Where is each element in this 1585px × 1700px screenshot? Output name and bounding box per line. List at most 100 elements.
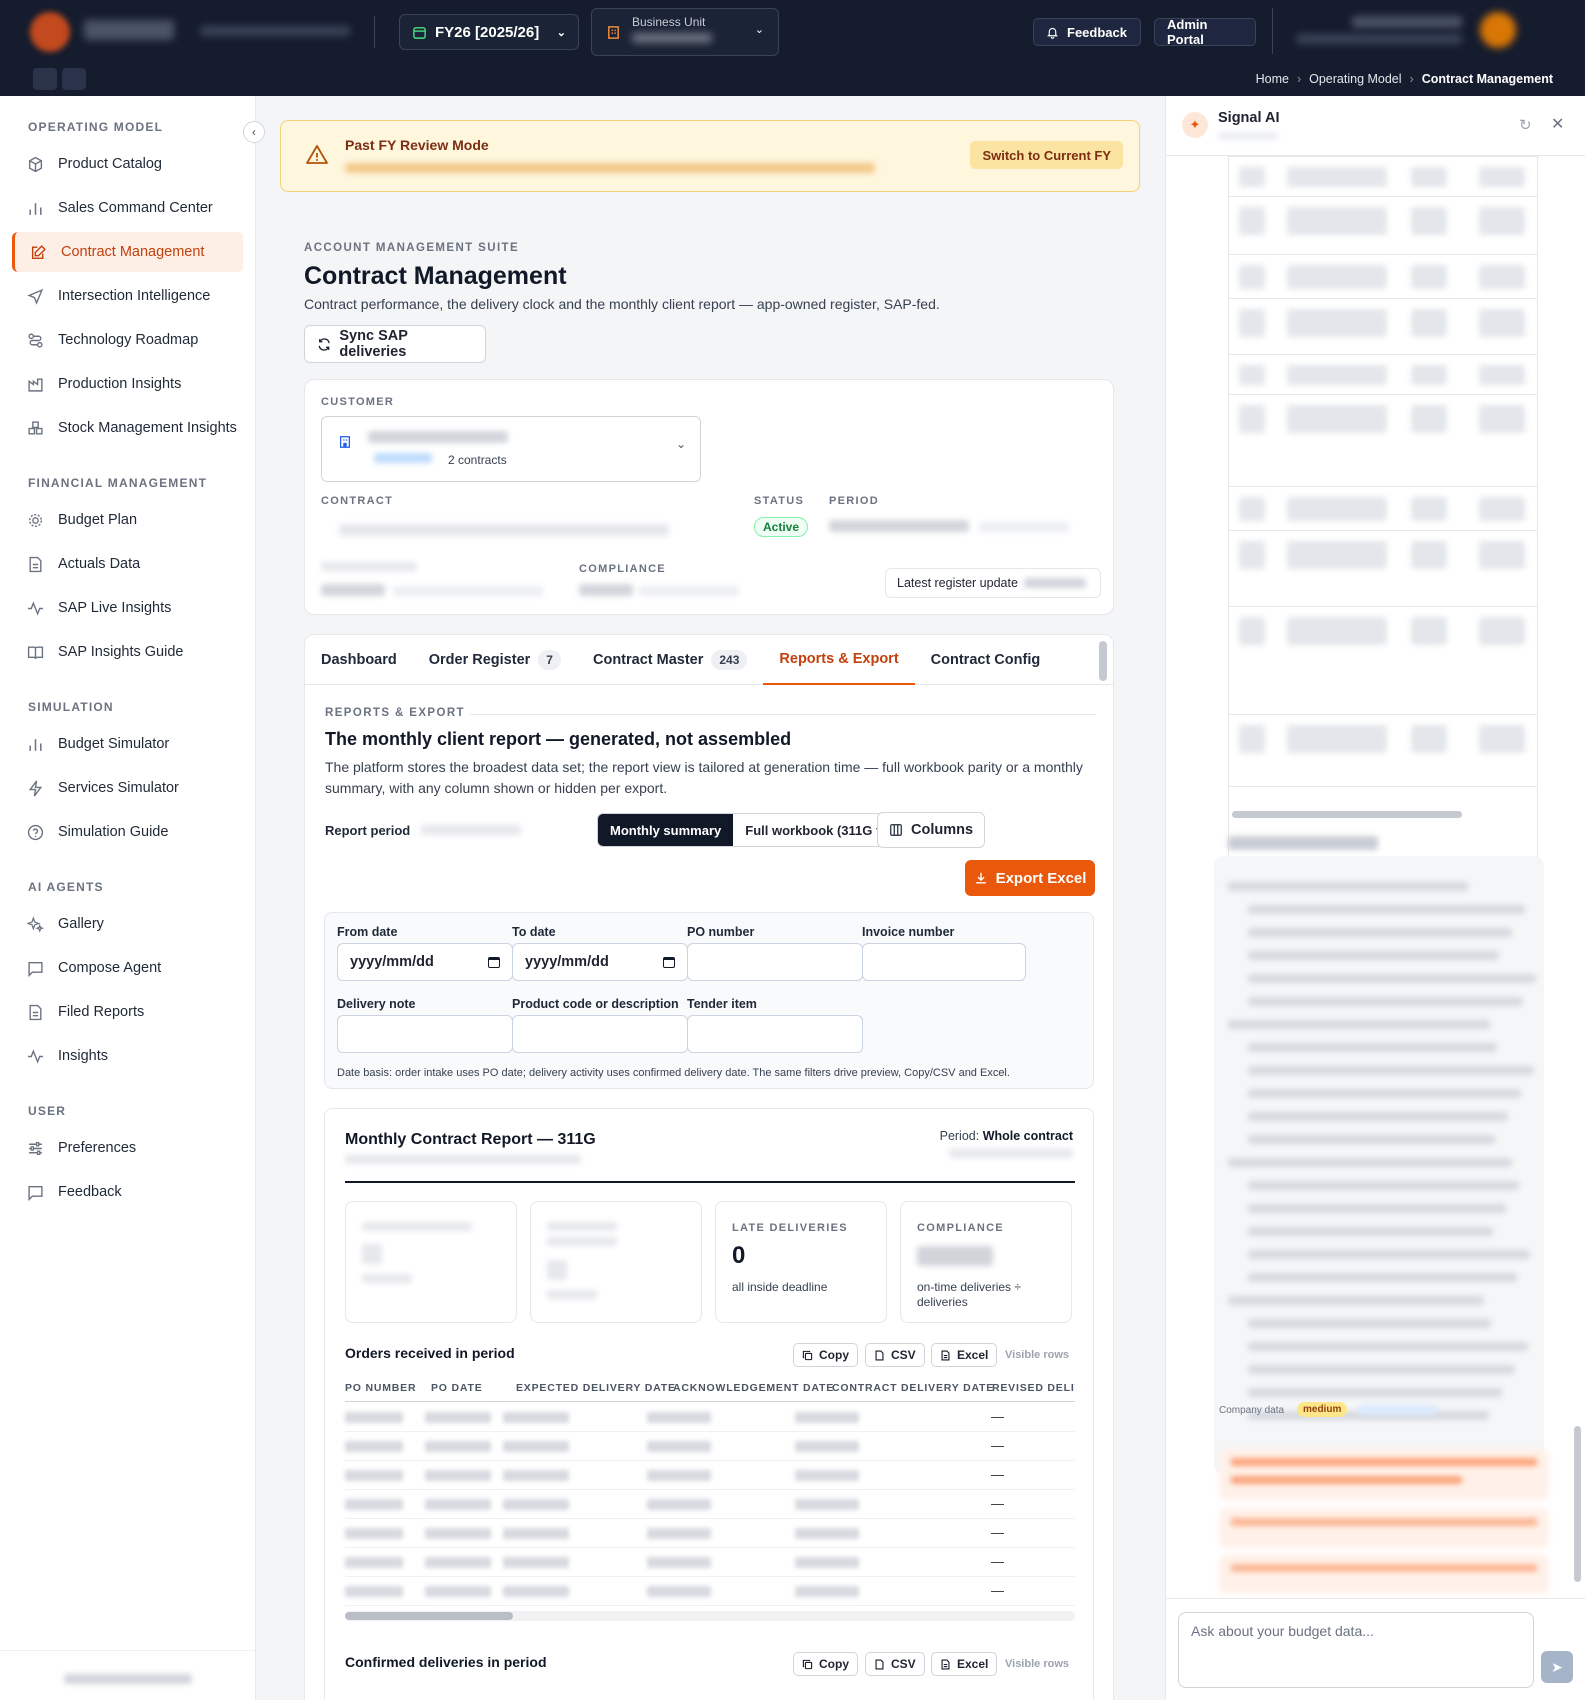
secondary-toggle-button[interactable] [62, 68, 86, 90]
sidebar-item-product-catalog[interactable]: Product Catalog [12, 144, 243, 184]
kpi-confirmed-deliveries [530, 1201, 702, 1323]
ai-panel-header: ✦ Signal AI ↻ ✕ [1166, 96, 1585, 156]
tabs-scrollbar[interactable] [1099, 641, 1107, 681]
ai-text-line [1248, 1066, 1534, 1075]
ai-table-cell [1287, 265, 1387, 289]
deliveries-copy-button[interactable]: Copy [793, 1652, 858, 1676]
sidebar-item-filed-reports[interactable]: Filed Reports [12, 992, 243, 1032]
sidebar-item-label: Simulation Guide [58, 824, 169, 840]
send-button[interactable]: ➤ [1541, 1651, 1573, 1683]
orders-table-scrollbar[interactable] [345, 1611, 1075, 1621]
sidebar-section-title: SIMULATION [28, 700, 114, 714]
report-period-label: Report period [325, 823, 411, 838]
ai-suggestion-1[interactable] [1219, 1448, 1549, 1500]
ai-section-heading [1228, 836, 1378, 850]
tab-contract-config[interactable]: Contract Config [915, 635, 1057, 685]
deliveries-csv-button[interactable]: CSV [865, 1652, 925, 1676]
table-cell [425, 1528, 491, 1539]
chevron-down-icon: ⌄ [556, 26, 566, 39]
tab-contract-master[interactable]: Contract Master 243 [577, 635, 763, 685]
contract-select[interactable] [321, 512, 701, 548]
table-cell [345, 1528, 403, 1539]
breadcrumb-home[interactable]: Home [1256, 72, 1289, 86]
ai-table-scrollbar[interactable] [1232, 811, 1462, 818]
sidebar-item-feedback[interactable]: Feedback [12, 1172, 243, 1212]
menu-toggle-button[interactable] [33, 68, 57, 90]
sidebar-item-simulation-guide[interactable]: Simulation Guide [12, 812, 243, 852]
sync-sap-deliveries-button[interactable]: Sync SAP deliveries [304, 325, 486, 363]
avatar[interactable] [1480, 12, 1516, 48]
sidebar-item-insights[interactable]: Insights [12, 1036, 243, 1076]
tender-item-input[interactable] [687, 1015, 863, 1053]
ai-table-cell [1411, 365, 1447, 385]
ai-panel-scrollbar[interactable] [1574, 1426, 1581, 1582]
table-cell [425, 1470, 491, 1481]
tab-order-register[interactable]: Order Register 7 [413, 635, 577, 685]
ai-table-cell [1239, 617, 1265, 645]
sidebar-item-compose-agent[interactable]: Compose Agent [12, 948, 243, 988]
close-icon[interactable]: ✕ [1551, 114, 1564, 134]
ai-table-cell [1411, 167, 1447, 187]
calendar-icon [663, 956, 675, 968]
sidebar-item-contract-management[interactable]: Contract Management [12, 232, 243, 272]
fiscal-year-select[interactable]: FY26 [2025/26] ⌄ [399, 14, 579, 50]
route-icon [26, 331, 44, 349]
ai-text-line [1248, 1089, 1521, 1098]
table-cell [425, 1557, 491, 1568]
report-period: Period: Whole contract [940, 1129, 1073, 1143]
columns-button[interactable]: Columns [877, 812, 985, 848]
business-unit-select[interactable]: Business Unit ⌄ [591, 8, 779, 56]
mode-monthly-summary[interactable]: Monthly summary [598, 814, 734, 846]
sidebar-item-production-insights[interactable]: Production Insights [12, 364, 243, 404]
sidebar-item-budget-simulator[interactable]: Budget Simulator [12, 724, 243, 764]
sparkles-icon [26, 915, 44, 933]
copy-label: Copy [819, 1657, 849, 1671]
ai-chat-input[interactable]: Ask about your budget data... [1178, 1612, 1534, 1688]
ai-table-cell [1411, 617, 1447, 645]
admin-portal-button[interactable]: Admin Portal [1154, 17, 1256, 47]
sidebar-item-stock-management-insights[interactable]: Stock Management Insights [12, 408, 243, 448]
sidebar-item-sap-insights-guide[interactable]: SAP Insights Guide [12, 632, 243, 672]
sidebar-item-budget-plan[interactable]: Budget Plan [12, 500, 243, 540]
sidebar-item-sales-command-center[interactable]: Sales Command Center [12, 188, 243, 228]
po-number-input[interactable] [687, 943, 863, 981]
ai-table-cell [1287, 167, 1387, 187]
sidebar-item-services-simulator[interactable]: Services Simulator [12, 768, 243, 808]
feedback-button[interactable]: Feedback [1033, 18, 1141, 46]
ai-suggestion-2[interactable] [1219, 1508, 1549, 1548]
sidebar-item-gallery[interactable]: Gallery [12, 904, 243, 944]
refresh-icon[interactable]: ↻ [1519, 116, 1532, 134]
tab-reports-export[interactable]: Reports & Export [763, 635, 915, 685]
app-logo[interactable] [30, 12, 70, 52]
orders-csv-button[interactable]: CSV [865, 1343, 925, 1367]
sidebar-item-sap-live-insights[interactable]: SAP Live Insights [12, 588, 243, 628]
table-cell [425, 1412, 491, 1423]
sidebar-item-preferences[interactable]: Preferences [12, 1128, 243, 1168]
customer-select[interactable]: 2 contracts ⌄ [321, 416, 701, 482]
invoice-number-input[interactable] [862, 943, 1026, 981]
orders-copy-button[interactable]: Copy [793, 1343, 858, 1367]
product-code-input[interactable] [512, 1015, 688, 1053]
table-cell [503, 1499, 569, 1510]
sidebar-item-actuals-data[interactable]: Actuals Data [12, 544, 243, 584]
orders-excel-button[interactable]: Excel [931, 1343, 998, 1367]
file-icon [875, 1349, 884, 1361]
tab-dashboard[interactable]: Dashboard [305, 635, 413, 685]
sidebar-item-technology-roadmap[interactable]: Technology Roadmap [12, 320, 243, 360]
to-date-input[interactable]: yyyy/mm/dd [512, 943, 688, 981]
deliveries-excel-button[interactable]: Excel [931, 1652, 998, 1676]
app-tagline [200, 26, 350, 36]
table-cell [647, 1470, 711, 1481]
kpi-compliance-value [917, 1246, 993, 1266]
switch-current-fy-button[interactable]: Switch to Current FY [970, 141, 1123, 169]
export-excel-button[interactable]: Export Excel [965, 860, 1095, 896]
ai-table-row [1229, 607, 1537, 715]
ai-suggestion-3[interactable] [1219, 1554, 1549, 1594]
breadcrumb-operating-model[interactable]: Operating Model [1309, 72, 1401, 86]
report-period-select[interactable] [413, 813, 577, 847]
delivery-note-input[interactable] [337, 1015, 513, 1053]
contract-name [339, 524, 669, 536]
from-date-input[interactable]: yyyy/mm/dd [337, 943, 513, 981]
sidebar-item-intersection-intelligence[interactable]: Intersection Intelligence [12, 276, 243, 316]
table-cell [503, 1557, 569, 1568]
